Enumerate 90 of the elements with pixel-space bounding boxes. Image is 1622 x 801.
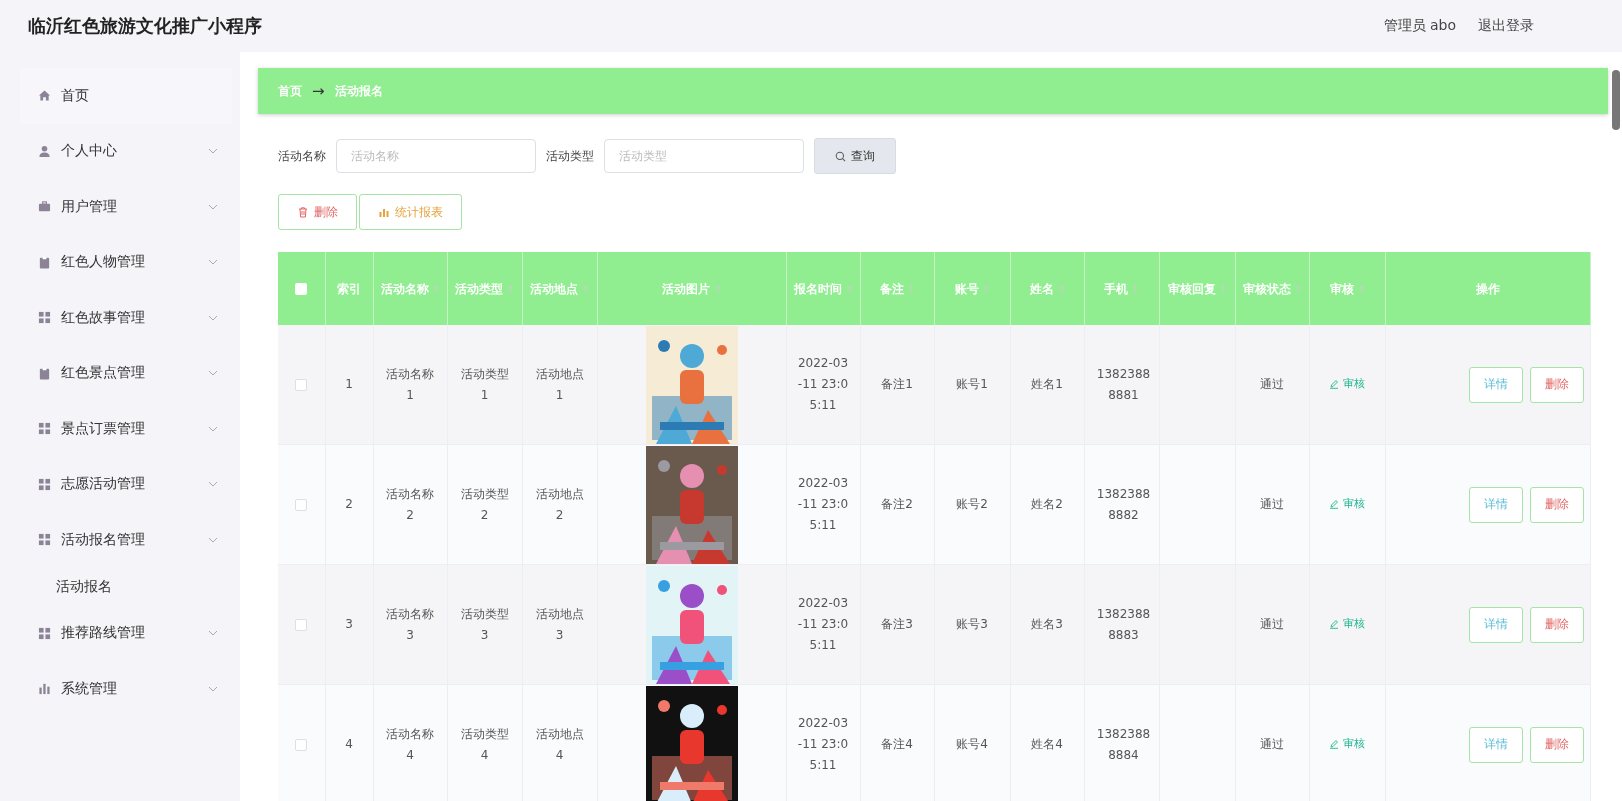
column-header[interactable]: 审核回复: [1159, 252, 1235, 325]
details-button[interactable]: 详情: [1468, 486, 1523, 523]
sidebar-item[interactable]: 用户管理: [20, 179, 232, 235]
column-header[interactable]: 索引: [325, 252, 373, 325]
table-cell: 活动名称4: [386, 726, 434, 762]
breadcrumb-link[interactable]: 活动报名: [334, 82, 383, 100]
table-cell: 1: [345, 377, 353, 391]
delete-button[interactable]: 删除: [1529, 486, 1584, 523]
delete-button[interactable]: 删除: [1529, 726, 1584, 763]
table-cell: 姓名2: [1031, 497, 1063, 511]
review-link[interactable]: 审核: [1329, 493, 1365, 515]
search-button[interactable]: 查询: [814, 138, 896, 174]
table-cell: 活动地点1: [535, 366, 584, 402]
table-cell: 备注3: [881, 617, 913, 631]
report-button[interactable]: 统计报表: [359, 194, 462, 230]
details-button[interactable]: 详情: [1468, 606, 1523, 643]
review-link[interactable]: 审核: [1329, 373, 1365, 395]
sidebar-item[interactable]: 个人中心: [20, 123, 232, 179]
sidebar-item[interactable]: 推荐路线管理: [20, 605, 232, 661]
table-cell: 账号1: [956, 377, 988, 391]
table-cell: 活动地点2: [535, 486, 584, 522]
table-cell-text: 13823888881: [1095, 365, 1152, 404]
table-cell: 活动类型1: [460, 366, 509, 402]
table-cell: 活动名称3: [386, 606, 434, 642]
sidebar-item[interactable]: 志愿活动管理: [20, 456, 232, 512]
table-cell-text: 2022-03-11 23:05:11: [796, 355, 850, 414]
search-field[interactable]: 活动名称: [336, 139, 536, 173]
details-button[interactable]: 详情: [1468, 726, 1523, 763]
logout-link[interactable]: 退出登录: [1478, 17, 1534, 35]
table-cell: 通过: [1260, 617, 1284, 631]
table-cell: 通过: [1260, 737, 1284, 751]
column-header[interactable]: 审核: [1309, 252, 1385, 325]
column-header[interactable]: 手机: [1084, 252, 1159, 325]
details-button[interactable]: 详情: [1468, 366, 1523, 403]
table-cell-text: 2022-03-11 23:05:11: [796, 475, 850, 534]
table-cell: 2: [345, 497, 353, 511]
column-header[interactable]: 审核状态: [1235, 252, 1309, 325]
table-cell: 账号4: [956, 737, 988, 751]
review-link[interactable]: 审核: [1329, 613, 1365, 635]
table-cell: 通过: [1260, 377, 1284, 391]
table-cell: 3: [345, 617, 353, 631]
table-cell: 活动类型2: [460, 486, 509, 522]
table-cell: 通过: [1260, 497, 1284, 511]
column-header[interactable]: 活动名称: [373, 252, 447, 325]
table-cell: 活动地点3: [535, 606, 584, 642]
table-cell: 备注4: [881, 737, 913, 751]
table-cell: 备注1: [881, 377, 913, 391]
app-title: 临沂红色旅游文化推广小程序: [28, 14, 262, 38]
column-header[interactable]: 报名时间: [786, 252, 860, 325]
breadcrumb-separator: →: [312, 82, 325, 100]
column-header[interactable]: 姓名: [1010, 252, 1084, 325]
table-cell: 活动名称1: [386, 366, 434, 402]
table-cell-text: 13823888883: [1095, 605, 1152, 644]
sidebar-item[interactable]: 系统管理: [20, 661, 232, 717]
table-cell-text: 13823888882: [1095, 485, 1152, 524]
delete-button[interactable]: 删除: [1529, 366, 1584, 403]
table-cell: 备注2: [881, 497, 913, 511]
sidebar-item[interactable]: 红色故事管理: [20, 290, 232, 346]
table-cell: 姓名1: [1031, 377, 1063, 391]
sidebar-item[interactable]: 景点订票管理: [20, 401, 232, 457]
column-header[interactable]: 备注: [860, 252, 934, 325]
table-cell-text: 13823888884: [1095, 725, 1152, 764]
column-header[interactable]: 活动地点: [522, 252, 597, 325]
column-header[interactable]: 操作: [1385, 252, 1590, 325]
sidebar-item[interactable]: 红色人物管理: [20, 234, 232, 290]
delete-button[interactable]: 删除: [278, 194, 357, 230]
sidebar-item[interactable]: 红色景点管理: [20, 345, 232, 401]
column-header[interactable]: 活动图片: [597, 252, 786, 325]
sidebar-subitem[interactable]: 活动报名: [20, 567, 196, 606]
delete-button[interactable]: 删除: [1529, 606, 1584, 643]
table-cell: 4: [345, 737, 353, 751]
sidebar-item[interactable]: 活动报名管理: [20, 512, 232, 568]
table-cell: 账号2: [956, 497, 988, 511]
search-field[interactable]: 活动类型: [604, 139, 804, 173]
table-cell-text: 2022-03-11 23:05:11: [796, 595, 850, 654]
column-header[interactable]: 活动类型: [447, 252, 522, 325]
table-cell: 姓名3: [1031, 617, 1063, 631]
user-name: 管理员 abo: [1383, 17, 1456, 35]
table-cell: 姓名4: [1031, 737, 1063, 751]
table-cell: 账号3: [956, 617, 988, 631]
column-header[interactable]: 账号: [934, 252, 1010, 325]
table-cell: 活动类型3: [460, 606, 509, 642]
review-link[interactable]: 审核: [1329, 733, 1365, 755]
table-cell: 活动地点4: [535, 726, 584, 762]
table-cell-text: 2022-03-11 23:05:11: [796, 715, 850, 774]
table-cell: 活动名称2: [386, 486, 434, 522]
breadcrumb-link[interactable]: 首页: [278, 82, 302, 100]
field-label: 活动名称: [278, 147, 326, 165]
table-cell: 活动类型4: [460, 726, 509, 762]
field-label: 活动类型: [546, 147, 594, 165]
